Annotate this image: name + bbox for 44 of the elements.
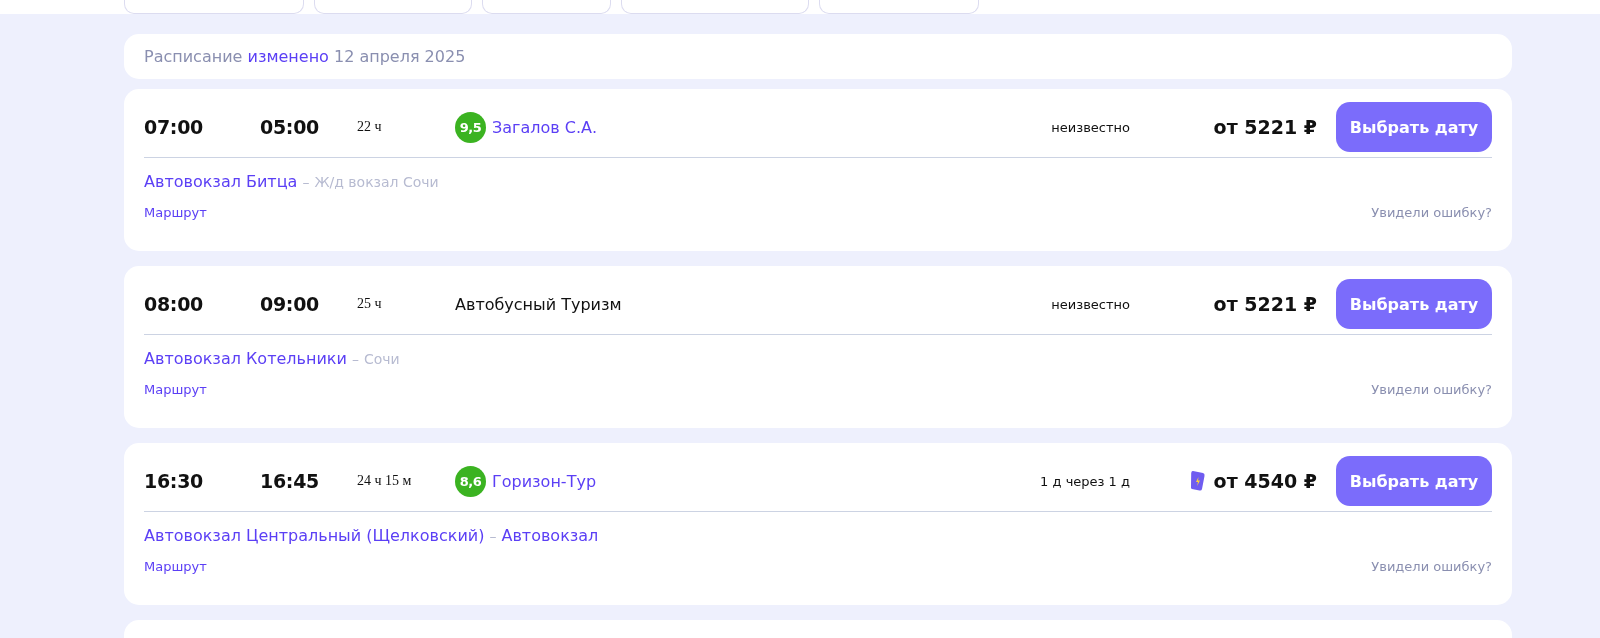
route-link[interactable]: Маршрут: [144, 559, 207, 574]
destination-name: Сочи: [363, 350, 400, 367]
carrier-name: Автобусный Туризм: [455, 294, 622, 314]
price: от 5221 ₽: [1213, 293, 1317, 315]
report-error-link[interactable]: Увидели ошибку?: [1371, 205, 1492, 220]
arrival-time: 09:00: [260, 293, 320, 315]
schedule-status: неизвестно: [1051, 296, 1130, 312]
route-link[interactable]: Маршрут: [144, 205, 207, 220]
departure-time: 07:00: [144, 116, 204, 138]
trip-duration: 25 ч: [357, 296, 383, 312]
trip-duration: 22 ч: [357, 119, 383, 135]
filter-chip[interactable]: [621, 0, 809, 14]
carrier-link[interactable]: Загалов С.А.: [492, 117, 598, 137]
schedule-status: неизвестно: [1051, 119, 1130, 135]
route-dash: –: [302, 173, 310, 190]
filter-chip[interactable]: [482, 0, 611, 14]
report-error-link[interactable]: Увидели ошибку?: [1371, 559, 1492, 574]
filter-chip[interactable]: [819, 0, 979, 14]
trip-duration: 24 ч 15 м: [357, 473, 413, 489]
choose-date-button[interactable]: Выбрать дату: [1336, 102, 1492, 152]
price: от 5221 ₽: [1213, 116, 1317, 138]
departure-time: 16:30: [144, 470, 204, 492]
choose-date-button[interactable]: Выбрать дату: [1336, 279, 1492, 329]
rating-badge: 8,6: [455, 465, 486, 497]
origin-link[interactable]: Автовокзал Битца: [144, 172, 298, 191]
departure-time: 08:00: [144, 293, 204, 315]
report-error-link[interactable]: Увидели ошибку?: [1371, 382, 1492, 397]
schedule-notice: Расписание изменено 12 апреля 2025: [144, 47, 466, 66]
route-dash: –: [489, 527, 497, 544]
arrival-time: 05:00: [260, 116, 320, 138]
destination-name: Ж/д вокзал Сочи: [314, 173, 439, 190]
arrival-time: 16:45: [260, 470, 320, 492]
destination-link[interactable]: Автовокзал: [501, 526, 599, 545]
price: от 4540 ₽: [1213, 470, 1317, 492]
choose-date-button[interactable]: Выбрать дату: [1336, 456, 1492, 506]
carrier-link[interactable]: Горизон-Тур: [492, 471, 597, 491]
rating-badge: 9,5: [455, 111, 486, 143]
origin-link[interactable]: Автовокзал Центральный (Щелковский): [144, 526, 485, 545]
filter-chip[interactable]: [124, 0, 304, 14]
route-link[interactable]: Маршрут: [144, 382, 207, 397]
route-dash: –: [351, 350, 359, 367]
schedule-status: 1 д через 1 д: [1040, 473, 1130, 489]
filter-chip[interactable]: [314, 0, 472, 14]
origin-link[interactable]: Автовокзал Котельники: [144, 349, 347, 368]
